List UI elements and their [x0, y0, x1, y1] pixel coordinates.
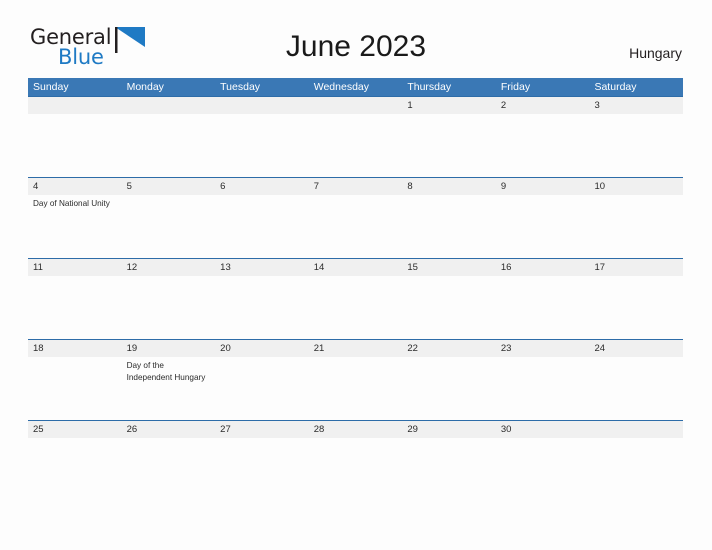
day-event: [309, 276, 403, 339]
day-event: [28, 114, 122, 177]
day-number[interactable]: 28: [309, 421, 403, 438]
day-event: [589, 357, 683, 420]
weekday-header-row: Sunday Monday Tuesday Wednesday Thursday…: [28, 78, 683, 96]
day-number[interactable]: [215, 97, 309, 114]
page-title: June 2023: [285, 30, 427, 63]
week-event-cells: [28, 276, 683, 339]
weekday-header-wednesday: Wednesday: [313, 81, 369, 93]
day-event: [589, 114, 683, 177]
day-number[interactable]: 27: [215, 421, 309, 438]
week-event-cells: Day of the Independent Hungary: [28, 357, 683, 420]
day-number[interactable]: 3: [589, 97, 683, 114]
day-number[interactable]: 8: [402, 178, 496, 195]
day-number[interactable]: [309, 97, 403, 114]
day-event: [496, 357, 590, 420]
day-number[interactable]: [122, 97, 216, 114]
day-number[interactable]: 15: [402, 259, 496, 276]
day-event: Day of National Unity: [33, 199, 110, 208]
day-event: [309, 438, 403, 501]
day-number[interactable]: 14: [309, 259, 403, 276]
day-event: [215, 357, 309, 420]
day-event: [28, 357, 122, 420]
day-event: [496, 114, 590, 177]
week-event-cells: [28, 438, 683, 501]
day-event: [402, 357, 496, 420]
day-number[interactable]: 21: [309, 340, 403, 357]
calendar-week-row: 18 19 20 21 22 23 24 Day of the Independ…: [28, 339, 683, 420]
day-event: [215, 195, 309, 258]
day-event: [496, 438, 590, 501]
day-number[interactable]: 13: [215, 259, 309, 276]
day-event: Day of the Independent Hungary: [126, 361, 206, 382]
day-event: [215, 114, 309, 177]
day-event: [402, 114, 496, 177]
country-label: Hungary: [629, 45, 682, 61]
week-date-numbers: 25 26 27 28 29 30: [28, 421, 683, 438]
day-number[interactable]: 22: [402, 340, 496, 357]
day-event: [402, 276, 496, 339]
day-number[interactable]: 24: [589, 340, 683, 357]
week-event-cells: Day of National Unity: [28, 195, 683, 258]
day-number[interactable]: 23: [496, 340, 590, 357]
day-event: [589, 276, 683, 339]
calendar-week-row: 4 5 6 7 8 9 10 Day of National Unity: [28, 177, 683, 258]
weekday-header-monday: Monday: [126, 81, 164, 93]
day-number[interactable]: 5: [122, 178, 216, 195]
day-event: [122, 438, 216, 501]
calendar-week-row: 25 26 27 28 29 30: [28, 420, 683, 501]
weekday-header-saturday: Saturday: [594, 81, 637, 93]
weekday-header-friday: Friday: [500, 81, 531, 93]
day-event: [309, 357, 403, 420]
weekday-header-tuesday: Tuesday: [220, 81, 261, 93]
day-number[interactable]: 11: [28, 259, 122, 276]
week-date-numbers: 18 19 20 21 22 23 24: [28, 340, 683, 357]
day-event: [122, 276, 216, 339]
weekday-header-sunday: Sunday: [33, 81, 69, 93]
week-date-numbers: 11 12 13 14 15 16 17: [28, 259, 683, 276]
day-event: [122, 114, 216, 177]
day-number[interactable]: 2: [496, 97, 590, 114]
day-event: [28, 438, 122, 501]
day-event: [215, 438, 309, 501]
week-event-cells: [28, 114, 683, 177]
day-number[interactable]: 18: [28, 340, 122, 357]
day-number[interactable]: 30: [496, 421, 590, 438]
day-number[interactable]: 9: [496, 178, 590, 195]
day-number[interactable]: 4: [28, 178, 122, 195]
day-event: [402, 438, 496, 501]
day-number[interactable]: 20: [215, 340, 309, 357]
day-number[interactable]: 7: [309, 178, 403, 195]
day-event: [215, 276, 309, 339]
day-number[interactable]: 17: [589, 259, 683, 276]
day-number[interactable]: [589, 421, 683, 438]
day-number[interactable]: 26: [122, 421, 216, 438]
week-date-numbers: 4 5 6 7 8 9 10: [28, 178, 683, 195]
day-event: [309, 195, 403, 258]
day-event: [122, 195, 216, 258]
day-number[interactable]: [28, 97, 122, 114]
day-number[interactable]: 29: [402, 421, 496, 438]
day-number[interactable]: 16: [496, 259, 590, 276]
week-date-numbers: 1 2 3: [28, 97, 683, 114]
day-event: [589, 438, 683, 501]
page-header: General Blue June 2023 Hungary: [0, 0, 712, 68]
calendar-week-row: 1 2 3: [28, 96, 683, 177]
weekday-header-thursday: Thursday: [407, 81, 452, 93]
calendar-grid: Sunday Monday Tuesday Wednesday Thursday…: [28, 78, 683, 501]
day-event: [402, 195, 496, 258]
day-number[interactable]: 25: [28, 421, 122, 438]
day-number[interactable]: 19: [122, 340, 216, 357]
day-number[interactable]: 10: [589, 178, 683, 195]
day-event: [309, 114, 403, 177]
day-event: [589, 195, 683, 258]
day-number[interactable]: 6: [215, 178, 309, 195]
day-event: [496, 276, 590, 339]
calendar-week-row: 11 12 13 14 15 16 17: [28, 258, 683, 339]
day-number[interactable]: 1: [402, 97, 496, 114]
day-event: [28, 276, 122, 339]
day-number[interactable]: 12: [122, 259, 216, 276]
day-event: [496, 195, 590, 258]
